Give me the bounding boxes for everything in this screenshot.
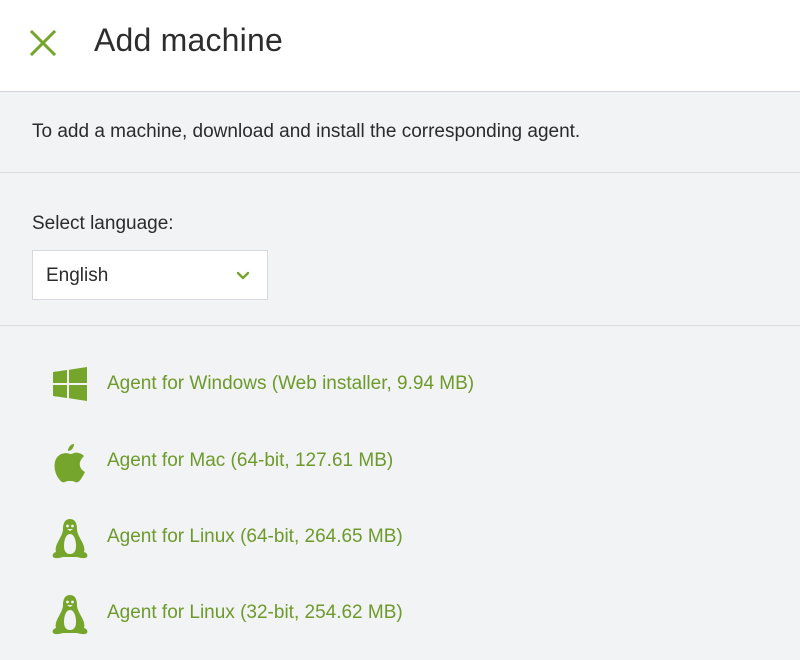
agent-link-linux-32[interactable]: Agent for Linux (32-bit, 254.62 MB) <box>50 592 610 636</box>
agent-label: Agent for Linux (32-bit, 254.62 MB) <box>107 602 403 623</box>
agent-label: Agent for Mac (64-bit, 127.61 MB) <box>107 450 394 471</box>
intro-section: To add a machine, download and install t… <box>0 92 800 173</box>
chevron-down-icon <box>236 271 250 280</box>
page-title: Add machine <box>94 22 283 58</box>
close-icon <box>29 29 57 57</box>
language-select[interactable]: English <box>32 250 268 300</box>
agent-label: Agent for Linux (64-bit, 264.65 MB) <box>107 526 403 547</box>
language-label: Select language: <box>32 213 174 234</box>
linux-icon <box>52 519 88 559</box>
agent-link-mac[interactable]: Agent for Mac (64-bit, 127.61 MB) <box>50 440 610 484</box>
windows-icon <box>53 367 87 401</box>
intro-text: To add a machine, download and install t… <box>32 121 581 142</box>
close-button[interactable] <box>26 26 60 60</box>
header: Add machine <box>0 0 800 92</box>
agent-label: Agent for Windows (Web installer, 9.94 M… <box>107 373 475 394</box>
agent-link-linux-64[interactable]: Agent for Linux (64-bit, 264.65 MB) <box>50 516 610 560</box>
apple-icon <box>54 444 85 483</box>
divider <box>0 325 800 326</box>
linux-icon <box>52 595 88 635</box>
language-selected-value: English <box>46 265 109 286</box>
agent-link-windows[interactable]: Agent for Windows (Web installer, 9.94 M… <box>50 363 610 407</box>
